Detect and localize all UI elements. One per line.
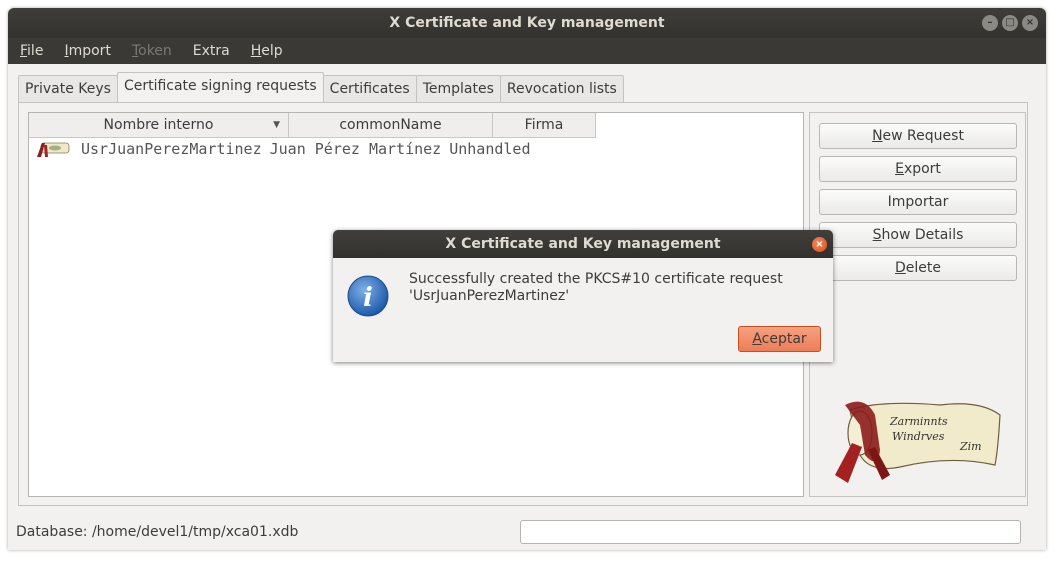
dialog-close-icon[interactable]: ×: [812, 237, 827, 252]
close-icon[interactable]: ×: [1022, 15, 1038, 31]
window-title: X Certificate and Key management: [389, 15, 665, 31]
cell-signature: Unhandled: [449, 140, 531, 158]
list-header: Nombre interno ▼ commonName Firma: [29, 113, 596, 138]
menu-extra[interactable]: Extra: [181, 38, 239, 64]
svg-text:Zim: Zim: [959, 440, 982, 453]
tab-bar: Private Keys Certificate signing request…: [18, 72, 624, 102]
window-titlebar[interactable]: X Certificate and Key management – □ ×: [8, 8, 1046, 38]
new-request-button[interactable]: New Request: [819, 123, 1017, 149]
scroll-logo: Zarminnts Windrves Zim: [835, 401, 1001, 483]
svg-text:Windrves: Windrves: [892, 430, 945, 443]
action-panel: New Request Export Importar Show Details…: [809, 112, 1026, 497]
success-dialog: X Certificate and Key management × i Suc…: [333, 230, 833, 362]
database-path: Database: /home/devel1/tmp/xca01.xdb: [16, 524, 299, 540]
table-row[interactable]: UsrJuanPerezMartinez Juan Pérez Martínez…: [29, 138, 539, 160]
column-header-signature[interactable]: Firma: [493, 113, 596, 138]
dialog-titlebar[interactable]: X Certificate and Key management ×: [333, 230, 833, 258]
status-bar: Database: /home/devel1/tmp/xca01.xdb: [8, 516, 1046, 550]
tab-private-keys[interactable]: Private Keys: [18, 75, 118, 102]
menu-help[interactable]: Help: [239, 38, 292, 64]
importar-button[interactable]: Importar: [819, 189, 1017, 215]
minimize-icon[interactable]: –: [982, 15, 998, 31]
info-icon: i: [347, 275, 389, 317]
column-header-common-name[interactable]: commonName: [289, 113, 493, 138]
dialog-message: Successfully created the PKCS#10 certifi…: [409, 271, 783, 304]
aceptar-button[interactable]: Aceptar: [738, 326, 821, 352]
maximize-icon[interactable]: □: [1002, 15, 1018, 31]
svg-text:i: i: [363, 283, 373, 313]
window-controls: – □ ×: [982, 15, 1038, 31]
delete-button[interactable]: Delete: [819, 255, 1017, 281]
cell-common-name: Juan Pérez Martínez: [269, 140, 442, 158]
export-button[interactable]: Export: [819, 156, 1017, 182]
sort-down-icon: ▼: [273, 120, 280, 130]
dialog-title: X Certificate and Key management: [445, 236, 721, 252]
show-details-button[interactable]: Show Details: [819, 222, 1017, 248]
svg-text:Zarminnts: Zarminnts: [889, 415, 948, 428]
status-progress-bar: [520, 520, 1021, 544]
csr-scroll-icon: [37, 142, 70, 157]
cell-internal-name: UsrJuanPerezMartinez: [81, 140, 262, 158]
menu-import[interactable]: Import: [52, 38, 119, 64]
menu-token: Token: [131, 43, 172, 59]
tab-revocation-lists[interactable]: Revocation lists: [499, 75, 624, 102]
tab-templates[interactable]: Templates: [415, 75, 501, 102]
column-header-internal-name[interactable]: Nombre interno ▼: [29, 113, 289, 138]
tab-certificate-signing-requests[interactable]: Certificate signing requests: [116, 72, 324, 102]
menu-file[interactable]: File: [8, 38, 52, 64]
tab-certificates[interactable]: Certificates: [322, 75, 417, 102]
menubar: File Import Token Extra Help: [8, 38, 1046, 64]
